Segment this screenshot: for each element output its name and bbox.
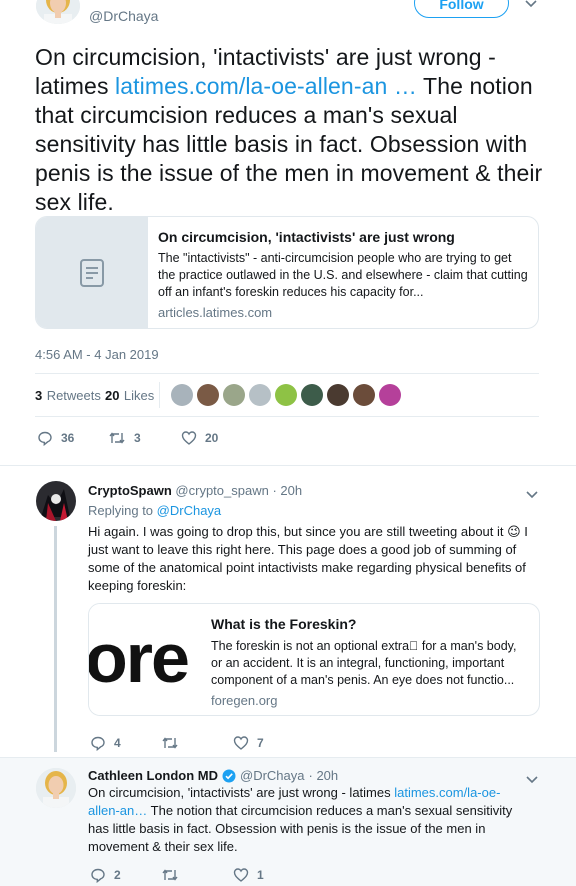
- reply1-name[interactable]: CryptoSpawn: [88, 483, 172, 498]
- reply-count: 36: [61, 431, 75, 445]
- liker-avatar[interactable]: [301, 384, 323, 406]
- likes-label: Likes: [123, 388, 155, 403]
- reply1-handle[interactable]: @crypto_spawn: [175, 483, 268, 498]
- link-card-foregen[interactable]: ore What is the Foreskin? The foreskin i…: [88, 603, 540, 716]
- like-action[interactable]: 20: [181, 430, 218, 446]
- retweet-count: 3: [134, 431, 141, 445]
- reply2-handle[interactable]: @DrChaya: [240, 768, 305, 783]
- retweet-action[interactable]: 3: [108, 430, 141, 446]
- reply2-text: On circumcision, 'intactivists' are just…: [88, 784, 528, 856]
- document-icon: [80, 258, 104, 287]
- liker-avatar[interactable]: [223, 384, 245, 406]
- follow-button[interactable]: Follow: [414, 0, 509, 18]
- divider: [35, 416, 539, 417]
- retweet-action[interactable]: [161, 735, 187, 751]
- reply-action[interactable]: 4: [90, 735, 121, 751]
- liker-avatar[interactable]: [197, 384, 219, 406]
- chevron-down-icon[interactable]: [524, 0, 538, 12]
- retweet-icon: [109, 432, 125, 444]
- reply1-replying-to: Replying to @DrChaya: [88, 503, 221, 518]
- reply-count: 4: [114, 736, 121, 750]
- main-tweet-link[interactable]: latimes.com/la-oe-allen-an …: [115, 73, 417, 99]
- like-count: 1: [257, 868, 264, 882]
- likes-stat[interactable]: 20 Likes: [105, 387, 154, 405]
- likes-count: 20: [105, 388, 120, 403]
- divider: [0, 465, 576, 466]
- liker-avatar[interactable]: [171, 384, 193, 406]
- reply-action[interactable]: 36: [37, 430, 74, 446]
- liker-avatar[interactable]: [353, 384, 375, 406]
- retweet-icon: [162, 737, 178, 749]
- heart-icon: [233, 868, 249, 882]
- reply2-name[interactable]: Cathleen London MD: [88, 768, 218, 783]
- retweets-stat[interactable]: 3 Retweets: [35, 387, 101, 405]
- retweet-action[interactable]: [161, 867, 187, 883]
- replying-to-handle[interactable]: @DrChaya: [157, 503, 222, 518]
- reply-icon: [91, 868, 105, 883]
- author-handle[interactable]: @DrChaya: [89, 8, 158, 24]
- card-description: The "intactivists" - anti-circumcision p…: [158, 251, 528, 299]
- liker-avatar[interactable]: [249, 384, 271, 406]
- card-title: On circumcision, 'intactivists' are just…: [158, 229, 455, 245]
- thread-line: [54, 526, 57, 752]
- author-avatar[interactable]: [36, 0, 80, 24]
- liker-avatar[interactable]: [327, 384, 349, 406]
- replying-to-label: Replying to: [88, 503, 154, 518]
- retweets-count: 3: [35, 388, 43, 403]
- like-count: 20: [205, 431, 219, 445]
- reply2-header: Cathleen London MD @DrChaya · 20h: [88, 768, 338, 783]
- likers-divider: [159, 382, 160, 408]
- like-action[interactable]: 7: [233, 735, 264, 751]
- liker-avatar[interactable]: [379, 384, 401, 406]
- card-description: The foreskin is not an optional extra⃞ f…: [211, 639, 517, 687]
- reply-icon: [91, 736, 105, 751]
- card-image-foregen: ore: [89, 604, 201, 715]
- reply-avatar-cryptospawn[interactable]: [36, 481, 76, 521]
- card-domain: foregen.org: [211, 693, 278, 708]
- reply1-text: Hi again. I was going to drop this, but …: [88, 524, 528, 593]
- card-media-placeholder: [36, 217, 148, 328]
- reply-action[interactable]: 2: [90, 867, 121, 883]
- card-image-text: ore: [89, 619, 190, 697]
- reply-avatar-drchaya[interactable]: [36, 768, 76, 808]
- card-title: What is the Foreskin?: [211, 616, 357, 632]
- reply1-time[interactable]: · 20h: [272, 483, 302, 498]
- reply1-header: CryptoSpawn @crypto_spawn · 20h: [88, 483, 302, 498]
- reply2-time[interactable]: · 20h: [309, 768, 339, 783]
- like-count: 7: [257, 736, 264, 750]
- follow-button-label: Follow: [439, 0, 484, 12]
- tweet-timestamp[interactable]: 4:56 AM - 4 Jan 2019: [35, 347, 159, 362]
- divider: [35, 373, 539, 374]
- retweets-label: Retweets: [46, 388, 101, 403]
- card-domain: articles.latimes.com: [158, 305, 273, 320]
- reply2-text-part2: The notion that circumcision reduces a m…: [88, 803, 513, 854]
- reply2-text-part1: On circumcision, 'intactivists' are just…: [88, 785, 395, 800]
- liker-avatar[interactable]: [275, 384, 297, 406]
- retweet-icon: [162, 869, 178, 881]
- chevron-down-icon[interactable]: [525, 487, 539, 503]
- reply-count: 2: [114, 868, 121, 882]
- main-tweet-text: On circumcision, 'intactivists' are just…: [35, 43, 547, 217]
- verified-badge-icon: [222, 769, 236, 782]
- link-card-latimes[interactable]: On circumcision, 'intactivists' are just…: [35, 216, 539, 329]
- like-action[interactable]: 1: [233, 867, 264, 883]
- reply-icon: [38, 431, 52, 446]
- heart-icon: [233, 736, 249, 750]
- heart-icon: [181, 431, 197, 445]
